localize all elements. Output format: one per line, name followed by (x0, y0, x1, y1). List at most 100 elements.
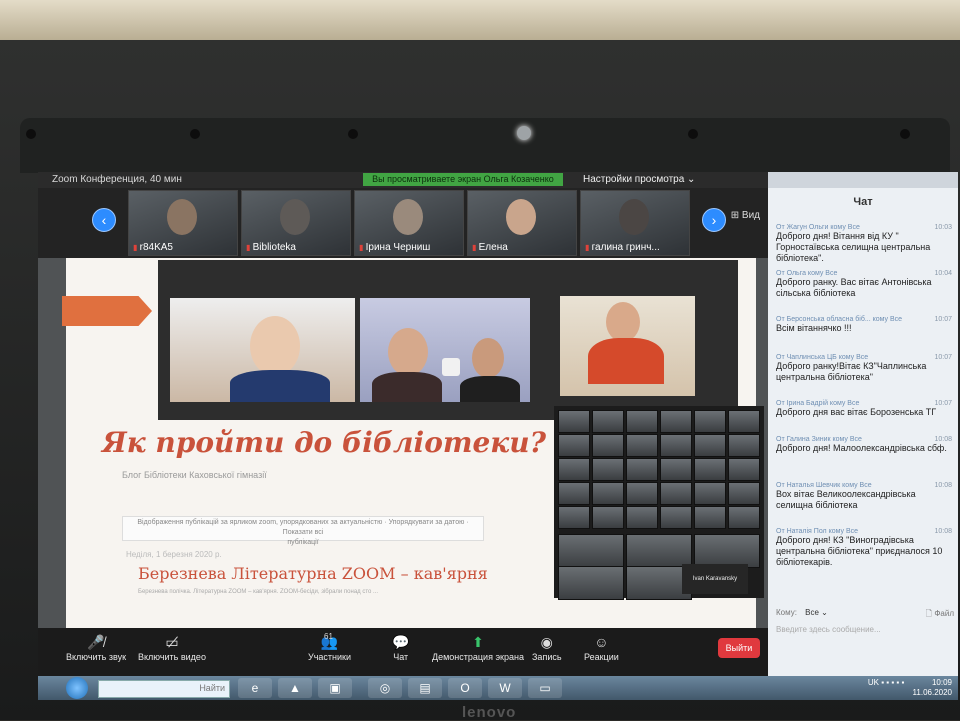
wall-background (0, 0, 960, 40)
save-icon[interactable]: ▣ (318, 678, 352, 698)
message-time: 10:07 (934, 354, 952, 361)
message-sender: От Ольга кому Все (776, 270, 838, 277)
windows-start-icon[interactable] (66, 677, 88, 699)
microphone-off-icon: 🎤̸ (87, 634, 105, 650)
start-video-button[interactable]: ▭̸ Включить видео (138, 634, 206, 662)
bezel-screw (688, 129, 698, 139)
participant-name: Елена (472, 242, 508, 253)
chat-message: От Жагун Ольги кому Все 10:03 Доброго дн… (776, 224, 954, 270)
bezel-screw (190, 129, 200, 139)
system-tray: UK ▪ ▪ ▪ ▪ ▪ 10:09 11.06.2020 (868, 678, 952, 698)
participant-thumbnail[interactable]: Ірина Черниш (354, 190, 464, 256)
message-sender: От Жагун Ольги кому Все (776, 224, 860, 231)
record-icon: ◉ (540, 634, 553, 650)
record-button[interactable]: ◉ Запись (532, 634, 562, 662)
file-icon: 🗋 (925, 609, 933, 618)
recipient-select[interactable]: Все ⌄ (805, 608, 828, 617)
zoom-app-icon[interactable]: ▭ (528, 678, 562, 698)
post-title[interactable]: Березнева Літературна ZOOM – кав'ярня (138, 564, 488, 583)
blog-heading: Як пройти до бібліотеки? (102, 426, 547, 459)
ie-icon[interactable]: e (238, 678, 272, 698)
participant-name: галина гринч... (585, 242, 660, 253)
chat-message: От Галина Зиник кому Все 10:08 Доброго д… (776, 436, 954, 482)
message-text: Доброго дня вас вітає Борозенська ТГ (776, 407, 937, 417)
chat-message: От Наталія Пол кому Все 10:08 Доброго дн… (776, 528, 954, 574)
folder-icon[interactable]: ▤ (408, 678, 442, 698)
message-text: Доброго дня! КЗ "Виноградівська централь… (776, 535, 943, 567)
shared-screen: Як пройти до бібліотеки? Блог Бібліотеки… (38, 258, 768, 628)
opera-icon[interactable]: O (448, 678, 482, 698)
chat-footer: Кому: Все ⌄ 🗋 Файл Введите здесь сообщен… (776, 608, 954, 634)
speaker-video (360, 298, 530, 402)
chrome-icon[interactable]: ◎ (368, 678, 402, 698)
tray-icons[interactable]: ▪ ▪ ▪ ▪ ▪ (881, 678, 904, 687)
bezel-screw (900, 129, 910, 139)
message-sender: От Наталья Шевчик кому Все (776, 482, 872, 489)
view-label: Вид (741, 210, 760, 221)
search-placeholder: Найти (199, 683, 225, 693)
camera-off-icon: ▭̸ (165, 634, 179, 650)
message-time: 10:08 (934, 436, 952, 443)
laptop-screen: Zoom Конференция, 40 мин Вы просматривае… (38, 172, 958, 700)
file-label: Файл (934, 609, 954, 618)
message-sender: От Наталія Пол кому Все (776, 528, 859, 535)
participant-thumbnail[interactable]: r84KA5 (128, 190, 238, 256)
participant-thumbnail[interactable]: галина гринч... (580, 190, 690, 256)
message-sender: От Чаплинська ЦБ кому Все (776, 354, 869, 361)
language-indicator[interactable]: UK (868, 678, 879, 687)
thumbnail-strip: ‹ r84KA5 Biblioteka Ірина Черниш Елена г… (38, 188, 768, 258)
message-text: Вох вітає Великоолександрівська селищна … (776, 489, 916, 510)
vlc-icon[interactable]: ▲ (278, 678, 312, 698)
participant-name: Ірина Черниш (359, 242, 431, 253)
participants-button[interactable]: 👥 61 Участники (308, 632, 351, 662)
chat-message: От Ольга кому Все 10:04 Доброго ранку. В… (776, 270, 954, 316)
speaker-video-panel (158, 260, 738, 420)
post-date: Неділя, 1 березня 2020 р. (126, 550, 222, 559)
participant-thumbnail[interactable]: Елена (467, 190, 577, 256)
participant-name: r84KA5 (133, 242, 173, 253)
chat-message: От Чаплинська ЦБ кому Все 10:07 Доброго … (776, 354, 954, 400)
message-time: 10:07 (934, 400, 952, 407)
message-time: 10:08 (934, 482, 952, 489)
filter-info-line: Відображення публікацій за ярликом zoom,… (137, 519, 469, 536)
taskbar-search[interactable]: Найти (98, 680, 230, 698)
speaker-video (560, 296, 695, 396)
viewing-banner: Вы просматриваете экран Ольга Козаченко (363, 173, 563, 186)
chat-message: От Ірина Бадрій кому Все 10:07 Доброго д… (776, 400, 954, 436)
participant-thumbnail[interactable]: Biblioteka (241, 190, 351, 256)
leave-meeting-button[interactable]: Выйти (718, 638, 760, 658)
orange-ribbon (62, 296, 152, 326)
chat-button[interactable]: 💬 Чат (392, 634, 409, 662)
share-screen-label: Демонстрация экрана (432, 652, 524, 662)
chat-input[interactable]: Введите здесь сообщение... (776, 625, 954, 634)
chat-label: Чат (393, 652, 409, 662)
next-arrow-icon[interactable]: › (702, 208, 726, 232)
file-button[interactable]: 🗋 Файл (926, 608, 954, 622)
reactions-button[interactable]: ☺ Реакции (584, 634, 619, 662)
filter-info-line: публікації (287, 539, 319, 546)
laptop-bezel-top (20, 118, 950, 173)
view-button[interactable]: ⊞ Вид (731, 210, 760, 221)
word-icon[interactable]: W (488, 678, 522, 698)
participants-icon: 👥 61 (320, 632, 339, 650)
share-screen-button[interactable]: ⬆ Демонстрация экрана (432, 634, 524, 662)
view-settings-menu[interactable]: Настройки просмотра ⌄ (583, 174, 695, 185)
window-title: Zoom Конференция, 40 мин (52, 174, 182, 185)
start-video-label: Включить видео (138, 652, 206, 662)
record-label: Запись (532, 652, 562, 662)
label-filter-box: Відображення публікацій за ярликом zoom,… (122, 516, 484, 546)
gallery-view-image: Ivan Karavansky (554, 406, 764, 600)
clock-date[interactable]: 11.06.2020 (913, 688, 952, 697)
chat-title: Чат (853, 196, 873, 208)
prev-arrow-icon[interactable]: ‹ (92, 208, 116, 232)
chat-window-bar: — ▢ ✕ (768, 172, 958, 188)
unmute-button[interactable]: 🎤̸ Включить звук (66, 634, 126, 662)
message-sender: От Галина Зиник кому Все (776, 436, 862, 443)
message-text: Доброго дня! Вітання від КУ " Горностаїв… (776, 231, 931, 263)
message-text: Всім вітаннячко !!! (776, 323, 852, 333)
participants-label: Участники (308, 652, 351, 662)
zoom-title-bar: Zoom Конференция, 40 мин Вы просматривае… (38, 172, 768, 188)
meeting-toolbar: 🎤̸ Включить звук ▭̸ Включить видео 👥 61 У… (38, 628, 768, 676)
clock-time[interactable]: 10:09 (932, 678, 952, 687)
message-text: Доброго ранку. Вас вітає Антонівська сіл… (776, 277, 932, 298)
